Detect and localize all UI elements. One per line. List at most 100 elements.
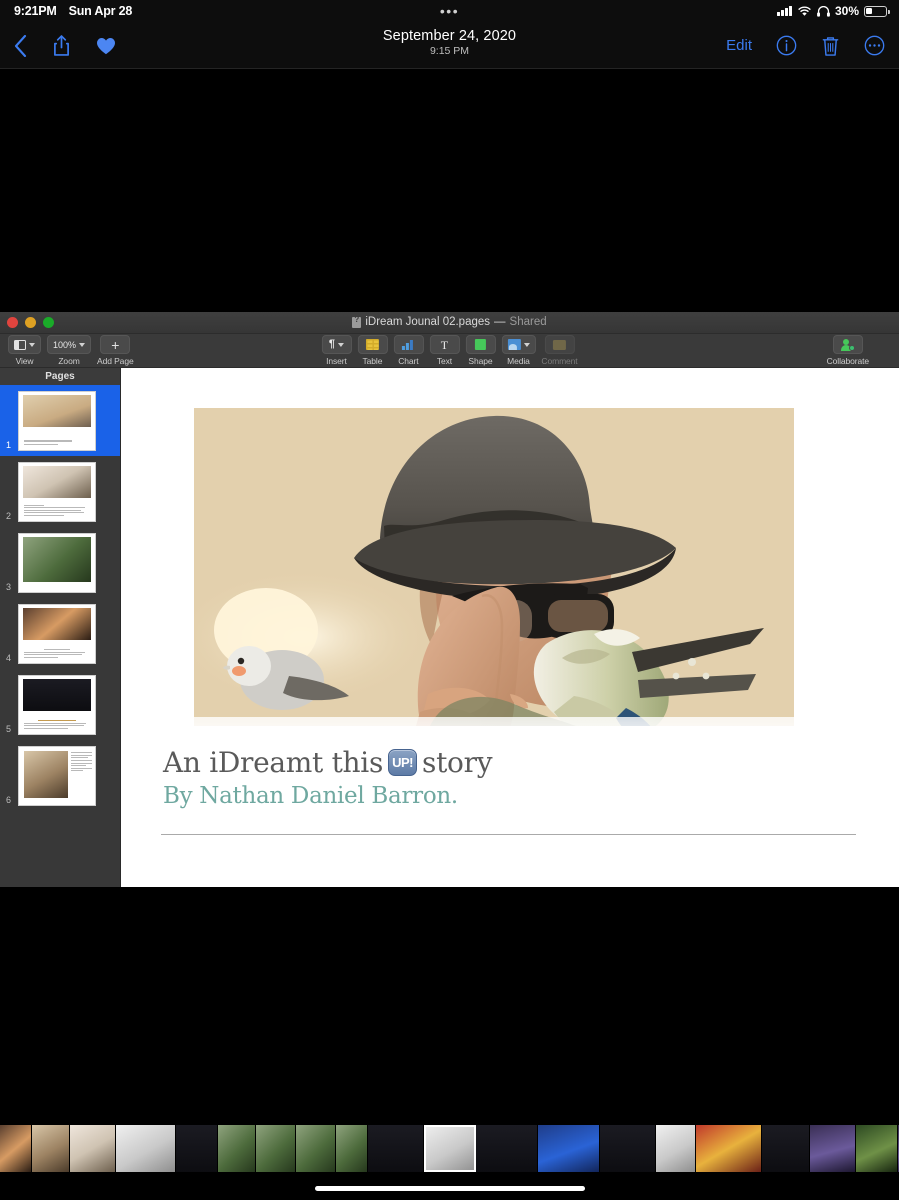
- thumbnail-image: [22, 607, 92, 641]
- page-thumbnail-5[interactable]: 5: [0, 669, 120, 740]
- thumbnail-text-lines: [23, 649, 91, 659]
- document-canvas[interactable]: An iDreamt this UP! story By Nathan Dani…: [121, 368, 899, 887]
- toolbar-right-group: Collaborate: [827, 335, 869, 366]
- media-icon: [507, 339, 521, 350]
- page-thumbnail-3[interactable]: 3: [0, 527, 120, 598]
- battery-percent-label: 30%: [834, 4, 859, 18]
- page-thumbnail-1[interactable]: 1: [0, 385, 120, 456]
- filmstrip-thumbnail[interactable]: [368, 1125, 424, 1172]
- page-number: 3: [6, 582, 12, 592]
- add-page-label: Add Page: [97, 356, 134, 366]
- filmstrip-thumbnail[interactable]: [856, 1125, 898, 1172]
- thumbnail-preview: [18, 674, 96, 735]
- collaborate-button[interactable]: Collaborate: [827, 335, 869, 366]
- filmstrip-thumbnail[interactable]: [296, 1125, 336, 1172]
- battery-icon: [864, 5, 890, 17]
- thumbnail-image: [22, 394, 92, 428]
- table-label: Table: [362, 356, 383, 366]
- comment-icon: [553, 339, 566, 350]
- toolbar-center-group: ¶ Insert Table Chart T Text Shape Media …: [321, 335, 578, 366]
- filmstrip-thumbnail[interactable]: [70, 1125, 116, 1172]
- zoom-label: Zoom: [58, 356, 80, 366]
- shared-badge: Shared: [509, 316, 547, 328]
- view-button[interactable]: View: [8, 335, 41, 366]
- headphones-icon: [817, 5, 830, 17]
- collaborate-label: Collaborate: [826, 356, 869, 366]
- document-byline: By Nathan Daniel Barron.: [163, 783, 458, 809]
- filmstrip-thumbnail[interactable]: [256, 1125, 296, 1172]
- filmstrip-thumbnail[interactable]: [762, 1125, 810, 1172]
- filmstrip-thumbnail[interactable]: [0, 1125, 32, 1172]
- view-icon: [14, 339, 26, 350]
- filmstrip-thumbnail[interactable]: [600, 1125, 656, 1172]
- page-number: 4: [6, 653, 12, 663]
- thumbnail-text-lines: [23, 504, 91, 518]
- filmstrip-thumbnail[interactable]: [336, 1125, 368, 1172]
- insert-button[interactable]: ¶ Insert: [321, 335, 352, 366]
- page-thumbnails-sidebar[interactable]: Pages 1 2 3 4 5 6: [0, 368, 121, 887]
- thumbnail-preview: [18, 532, 96, 593]
- home-indicator[interactable]: [314, 1186, 585, 1191]
- view-label: View: [15, 356, 34, 366]
- plus-icon: +: [111, 336, 120, 353]
- pages-app-window: iDream Jounal 02.pages — Shared View 100…: [0, 312, 899, 887]
- filmstrip-thumbnail[interactable]: [656, 1125, 696, 1172]
- window-title-text: iDream Jounal 02.pages: [365, 316, 491, 328]
- document-horizontal-rule: [161, 834, 856, 835]
- headline-text-after: story: [422, 746, 493, 779]
- cellular-signal-icon: [777, 6, 792, 16]
- table-button[interactable]: Table: [357, 335, 388, 366]
- trash-icon[interactable]: [821, 35, 840, 57]
- filmstrip-thumbnail[interactable]: [476, 1125, 538, 1172]
- shape-icon: [474, 339, 486, 350]
- photo-reflection: [194, 717, 794, 745]
- chevron-down-icon: [337, 342, 344, 347]
- filmstrip-thumbnail[interactable]: [696, 1125, 762, 1172]
- info-circle-icon[interactable]: [776, 35, 797, 56]
- status-center-dots: •••: [439, 3, 460, 19]
- page-thumbnail-6[interactable]: 6: [0, 740, 120, 811]
- chart-label: Chart: [398, 356, 419, 366]
- text-label: Text: [436, 356, 453, 366]
- filmstrip-thumbnail[interactable]: [218, 1125, 256, 1172]
- collaborate-icon: [840, 338, 855, 351]
- filmstrip-thumbnail[interactable]: [538, 1125, 600, 1172]
- thumbnail-image: [22, 678, 92, 712]
- photos-filmstrip[interactable]: [0, 1125, 899, 1172]
- page-number: 2: [6, 511, 12, 521]
- zoom-button-toolbar[interactable]: 100% Zoom: [47, 335, 92, 366]
- filmstrip-thumbnail[interactable]: [32, 1125, 70, 1172]
- filmstrip-thumbnail-selected[interactable]: [424, 1125, 476, 1172]
- page-thumbnail-2[interactable]: 2: [0, 456, 120, 527]
- media-button[interactable]: Media: [501, 335, 536, 366]
- filmstrip-thumbnail[interactable]: [810, 1125, 856, 1172]
- pages-window-body: Pages 1 2 3 4 5 6 An iDreamt this UP! st…: [0, 368, 899, 887]
- thumbnail-preview: [18, 461, 96, 522]
- filmstrip-thumbnail[interactable]: [116, 1125, 176, 1172]
- filmstrip-thumbnail[interactable]: [176, 1125, 218, 1172]
- nav-right-actions: Edit: [726, 22, 885, 69]
- paragraph-icon: ¶: [328, 338, 335, 350]
- status-bar-right: 30%: [777, 4, 890, 18]
- ellipsis-circle-icon[interactable]: [864, 35, 885, 56]
- pages-toolbar: View 100% Zoom + Add Page ¶ Insert Table: [0, 334, 899, 368]
- thumbnail-text-lines: [70, 752, 92, 773]
- thumbnail-text-lines: [23, 440, 91, 446]
- page-thumbnail-4[interactable]: 4: [0, 598, 120, 669]
- chevron-down-icon: [29, 342, 35, 347]
- text-button[interactable]: T Text: [429, 335, 460, 366]
- add-page-button[interactable]: + Add Page: [97, 335, 134, 366]
- chart-button[interactable]: Chart: [393, 335, 424, 366]
- wifi-icon: [798, 5, 811, 16]
- shape-button[interactable]: Shape: [465, 335, 496, 366]
- insert-label: Insert: [326, 356, 347, 366]
- comment-button: Comment: [541, 335, 578, 366]
- shape-label: Shape: [468, 356, 493, 366]
- window-title: iDream Jounal 02.pages — Shared: [0, 315, 899, 328]
- toolbar-left-group: View 100% Zoom + Add Page: [8, 335, 134, 366]
- thumbnail-image: [22, 465, 92, 499]
- page-number: 1: [6, 440, 12, 450]
- window-title-bar[interactable]: iDream Jounal 02.pages — Shared: [0, 312, 899, 334]
- thumbnail-image: [23, 751, 68, 798]
- edit-button[interactable]: Edit: [726, 37, 752, 54]
